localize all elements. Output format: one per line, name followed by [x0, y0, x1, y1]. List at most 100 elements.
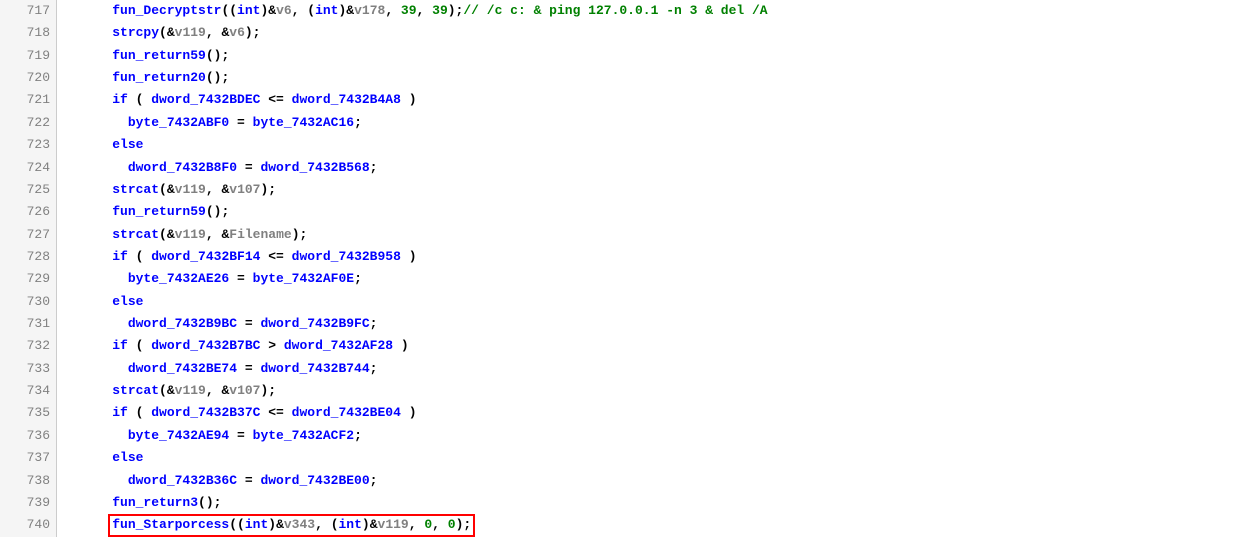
code-token: 0 — [448, 517, 456, 532]
code-content[interactable]: byte_7432ABF0 = byte_7432AC16; — [57, 112, 362, 134]
code-line[interactable]: 723 else — [0, 134, 1237, 156]
code-token: )& — [338, 3, 354, 18]
code-line[interactable]: 732 if ( dword_7432B7BC > dword_7432AF28… — [0, 335, 1237, 357]
code-token: ) — [393, 338, 409, 353]
code-content[interactable]: fun_return59(); — [57, 201, 229, 223]
code-content[interactable]: dword_7432B9BC = dword_7432B9FC; — [57, 313, 377, 335]
line-number: 727 — [0, 224, 57, 246]
code-token: fun_Decryptstr — [112, 3, 221, 18]
code-token: 39 — [432, 3, 448, 18]
code-content[interactable]: if ( dword_7432B7BC > dword_7432AF28 ) — [57, 335, 409, 357]
code-token: ; — [354, 115, 362, 130]
code-token: byte_7432AE26 — [128, 271, 229, 286]
code-token: ( — [128, 405, 151, 420]
code-token: fun_Starporcess — [112, 517, 229, 532]
code-line[interactable]: 727 strcat(&v119, &Filename); — [0, 224, 1237, 246]
code-line[interactable]: 725 strcat(&v119, &v107); — [0, 179, 1237, 201]
code-content[interactable]: else — [57, 134, 143, 156]
code-line[interactable]: 728 if ( dword_7432BF14 <= dword_7432B95… — [0, 246, 1237, 268]
line-number: 728 — [0, 246, 57, 268]
code-token: if — [112, 92, 128, 107]
code-token: , — [417, 3, 433, 18]
code-content[interactable]: else — [57, 291, 143, 313]
code-token: ) — [401, 249, 417, 264]
code-content[interactable]: else — [57, 447, 143, 469]
code-content[interactable]: strcpy(&v119, &v6); — [57, 22, 260, 44]
code-token: , & — [206, 227, 229, 242]
code-token: ) — [401, 405, 417, 420]
code-token: )& — [260, 3, 276, 18]
line-number: 723 — [0, 134, 57, 156]
code-line[interactable]: 719 fun_return59(); — [0, 45, 1237, 67]
code-content[interactable]: byte_7432AE94 = byte_7432ACF2; — [57, 425, 362, 447]
code-token: dword_7432BF14 — [151, 249, 260, 264]
code-token: ); — [456, 517, 472, 532]
code-token: = — [237, 160, 260, 175]
code-content[interactable]: dword_7432B36C = dword_7432BE00; — [57, 470, 377, 492]
code-line[interactable]: 740 fun_Starporcess((int)&v343, (int)&v1… — [0, 514, 1237, 536]
code-editor[interactable]: 717 fun_Decryptstr((int)&v6, (int)&v178,… — [0, 0, 1237, 537]
code-token: ; — [370, 361, 378, 376]
line-number: 721 — [0, 89, 57, 111]
code-token: fun_return3 — [112, 495, 198, 510]
code-content[interactable]: strcat(&v119, &Filename); — [57, 224, 307, 246]
code-token: if — [112, 405, 128, 420]
line-number: 717 — [0, 0, 57, 22]
code-line[interactable]: 730 else — [0, 291, 1237, 313]
code-token: strcat — [112, 227, 159, 242]
code-token: fun_return59 — [112, 48, 206, 63]
code-line[interactable]: 722 byte_7432ABF0 = byte_7432AC16; — [0, 112, 1237, 134]
code-content[interactable]: byte_7432AE26 = byte_7432AF0E; — [57, 268, 362, 290]
code-line[interactable]: 717 fun_Decryptstr((int)&v6, (int)&v178,… — [0, 0, 1237, 22]
code-content[interactable]: dword_7432B8F0 = dword_7432B568; — [57, 157, 377, 179]
code-content[interactable]: strcat(&v119, &v107); — [57, 380, 276, 402]
code-line[interactable]: 721 if ( dword_7432BDEC <= dword_7432B4A… — [0, 89, 1237, 111]
code-token: (& — [159, 182, 175, 197]
line-number: 740 — [0, 514, 57, 536]
line-number: 731 — [0, 313, 57, 335]
code-line[interactable]: 720 fun_return20(); — [0, 67, 1237, 89]
code-content[interactable]: if ( dword_7432BDEC <= dword_7432B4A8 ) — [57, 89, 417, 111]
code-content[interactable]: strcat(&v119, &v107); — [57, 179, 276, 201]
code-token: // /c c: & ping 127.0.0.1 -n 3 & del /A — [463, 3, 767, 18]
code-token: (); — [206, 48, 229, 63]
code-token: dword_7432B36C — [128, 473, 237, 488]
code-content[interactable]: if ( dword_7432BF14 <= dword_7432B958 ) — [57, 246, 417, 268]
code-line[interactable]: 736 byte_7432AE94 = byte_7432ACF2; — [0, 425, 1237, 447]
code-line[interactable]: 733 dword_7432BE74 = dword_7432B744; — [0, 358, 1237, 380]
code-line[interactable]: 724 dword_7432B8F0 = dword_7432B568; — [0, 157, 1237, 179]
code-token: else — [112, 294, 143, 309]
code-content[interactable]: if ( dword_7432B37C <= dword_7432BE04 ) — [57, 402, 417, 424]
code-content[interactable]: dword_7432BE74 = dword_7432B744; — [57, 358, 377, 380]
code-line[interactable]: 734 strcat(&v119, &v107); — [0, 380, 1237, 402]
code-token: v119 — [175, 383, 206, 398]
code-line[interactable]: 729 byte_7432AE26 = byte_7432AF0E; — [0, 268, 1237, 290]
code-token: dword_7432BE74 — [128, 361, 237, 376]
code-line[interactable]: 737 else — [0, 447, 1237, 469]
code-content[interactable]: fun_return20(); — [57, 67, 229, 89]
code-content[interactable]: fun_Starporcess((int)&v343, (int)&v119, … — [57, 514, 471, 536]
line-number: 737 — [0, 447, 57, 469]
code-token: = — [229, 428, 252, 443]
code-line[interactable]: 735 if ( dword_7432B37C <= dword_7432BE0… — [0, 402, 1237, 424]
code-line[interactable]: 731 dword_7432B9BC = dword_7432B9FC; — [0, 313, 1237, 335]
code-token: v178 — [354, 3, 385, 18]
code-token: fun_return20 — [112, 70, 206, 85]
code-line[interactable]: 718 strcpy(&v119, &v6); — [0, 22, 1237, 44]
code-token: ; — [354, 428, 362, 443]
code-line[interactable]: 738 dword_7432B36C = dword_7432BE00; — [0, 470, 1237, 492]
code-token: int — [245, 517, 268, 532]
code-content[interactable]: fun_Decryptstr((int)&v6, (int)&v178, 39,… — [57, 0, 768, 22]
code-content[interactable]: fun_return59(); — [57, 45, 229, 67]
code-token: v107 — [229, 383, 260, 398]
code-line[interactable]: 739 fun_return3(); — [0, 492, 1237, 514]
line-number: 722 — [0, 112, 57, 134]
code-token: v119 — [175, 182, 206, 197]
code-content[interactable]: fun_return3(); — [57, 492, 221, 514]
code-token: ( — [128, 249, 151, 264]
code-token: v6 — [229, 25, 245, 40]
code-token: <= — [260, 249, 291, 264]
code-line[interactable]: 726 fun_return59(); — [0, 201, 1237, 223]
line-number: 730 — [0, 291, 57, 313]
code-token: dword_7432B9BC — [128, 316, 237, 331]
